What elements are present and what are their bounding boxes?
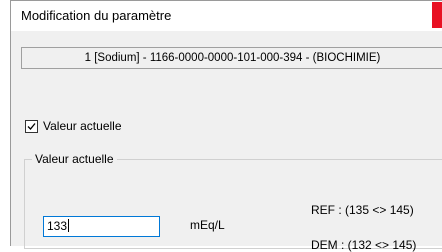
dialog-window: Modification du paramètre 1 [Sodium] - 1… bbox=[10, 0, 442, 252]
unit-label: mEq/L bbox=[190, 218, 225, 232]
group-legend: Valeur actuelle bbox=[32, 152, 117, 166]
close-button[interactable] bbox=[432, 2, 442, 28]
current-value-checkbox-label: Valeur actuelle bbox=[43, 119, 122, 133]
text-caret bbox=[68, 219, 70, 232]
requested-range: DEM : (132 <> 145) bbox=[311, 238, 417, 252]
dialog-body: 1 [Sodium] - 1166-0000-0000-101-000-394 … bbox=[11, 31, 442, 252]
current-value-group: Valeur actuelle 133 mEq/L REF : (135 <> … bbox=[24, 152, 442, 252]
title-bar: Modification du paramètre bbox=[11, 1, 442, 31]
checkmark-icon bbox=[27, 123, 36, 130]
value-input-text: 133 bbox=[47, 219, 68, 233]
value-input[interactable]: 133 bbox=[43, 216, 160, 237]
parameter-header: 1 [Sodium] - 1166-0000-0000-101-000-394 … bbox=[21, 47, 442, 69]
current-value-checkbox[interactable] bbox=[25, 120, 38, 133]
reference-range: REF : (135 <> 145) bbox=[311, 203, 414, 217]
window-title: Modification du paramètre bbox=[21, 8, 172, 23]
